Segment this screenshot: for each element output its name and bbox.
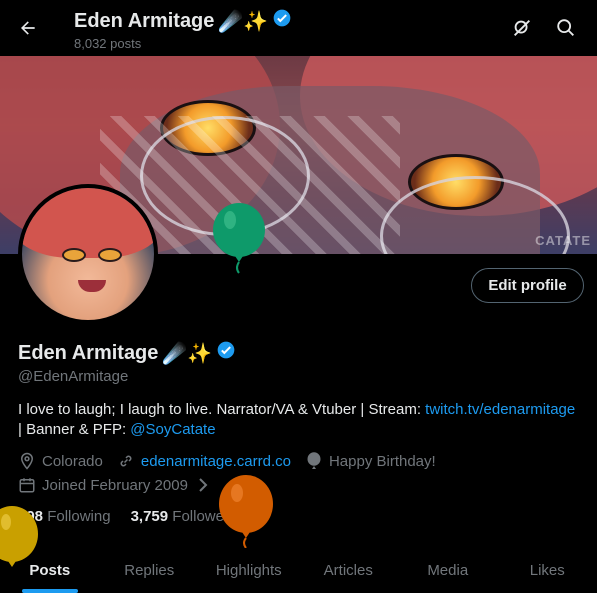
tab-highlights[interactable]: Highlights — [199, 548, 299, 593]
follow-counts: 998 Following 3,759 Followers — [18, 508, 236, 525]
orange-balloon-icon — [219, 475, 273, 548]
display-name: Eden Armitage — [18, 341, 159, 364]
back-arrow-icon[interactable] — [14, 14, 42, 42]
tab-articles[interactable]: Articles — [299, 548, 399, 593]
tab-likes[interactable]: Likes — [498, 548, 597, 593]
green-balloon-icon — [213, 203, 265, 274]
header-title: Eden Armitage ☄️✨ — [74, 8, 292, 34]
bio-mid-text: | Banner & PFP: — [18, 421, 127, 438]
comet-sparkle-emoji: ☄️✨ — [218, 10, 269, 33]
artist-mention-link[interactable]: @SoyCatate — [130, 421, 215, 438]
calendar-icon — [18, 476, 36, 494]
search-icon[interactable] — [554, 16, 578, 40]
profile-avatar[interactable] — [18, 184, 158, 324]
profile-meta: Colorado edenarmitage.carrd.co Happy Bir… — [18, 452, 436, 470]
tab-replies[interactable]: Replies — [100, 548, 200, 593]
website-link[interactable]: edenarmitage.carrd.co — [141, 453, 291, 470]
comet-sparkle-emoji: ☄️✨ — [162, 342, 213, 365]
twitch-link[interactable]: twitch.tv/edenarmitage — [425, 401, 575, 418]
verified-badge-icon — [216, 340, 236, 366]
profile-name: Eden Armitage ☄️✨ — [18, 340, 236, 366]
link-icon — [117, 452, 135, 470]
location-text: Colorado — [42, 452, 103, 470]
profile-handle: @EdenArmitage — [18, 368, 129, 385]
verified-badge-icon — [272, 8, 292, 34]
balloon-icon — [305, 452, 323, 470]
tab-posts[interactable]: Posts — [0, 548, 100, 593]
location-pin-icon — [18, 452, 36, 470]
chevron-right-icon — [194, 476, 212, 494]
profile-tabs: Posts Replies Highlights Articles Media … — [0, 548, 597, 593]
banner-watermark: CATATE — [535, 233, 591, 248]
active-tab-indicator — [21, 589, 78, 593]
profile-bio: I love to laugh; I laugh to live. Narrat… — [18, 400, 578, 440]
header-name: Eden Armitage — [74, 9, 215, 32]
post-count: 8,032 posts — [74, 36, 142, 51]
edit-profile-button[interactable]: Edit profile — [471, 268, 584, 303]
top-header: Eden Armitage ☄️✨ 8,032 posts — [0, 0, 597, 56]
tab-media[interactable]: Media — [398, 548, 498, 593]
joined-row[interactable]: Joined February 2009 — [18, 476, 212, 494]
birthday-text: Happy Birthday! — [328, 452, 436, 470]
search-off-icon[interactable] — [510, 16, 534, 40]
bio-text: I love to laugh; I laugh to live. Narrat… — [18, 401, 421, 418]
joined-text: Joined February 2009 — [42, 476, 188, 494]
